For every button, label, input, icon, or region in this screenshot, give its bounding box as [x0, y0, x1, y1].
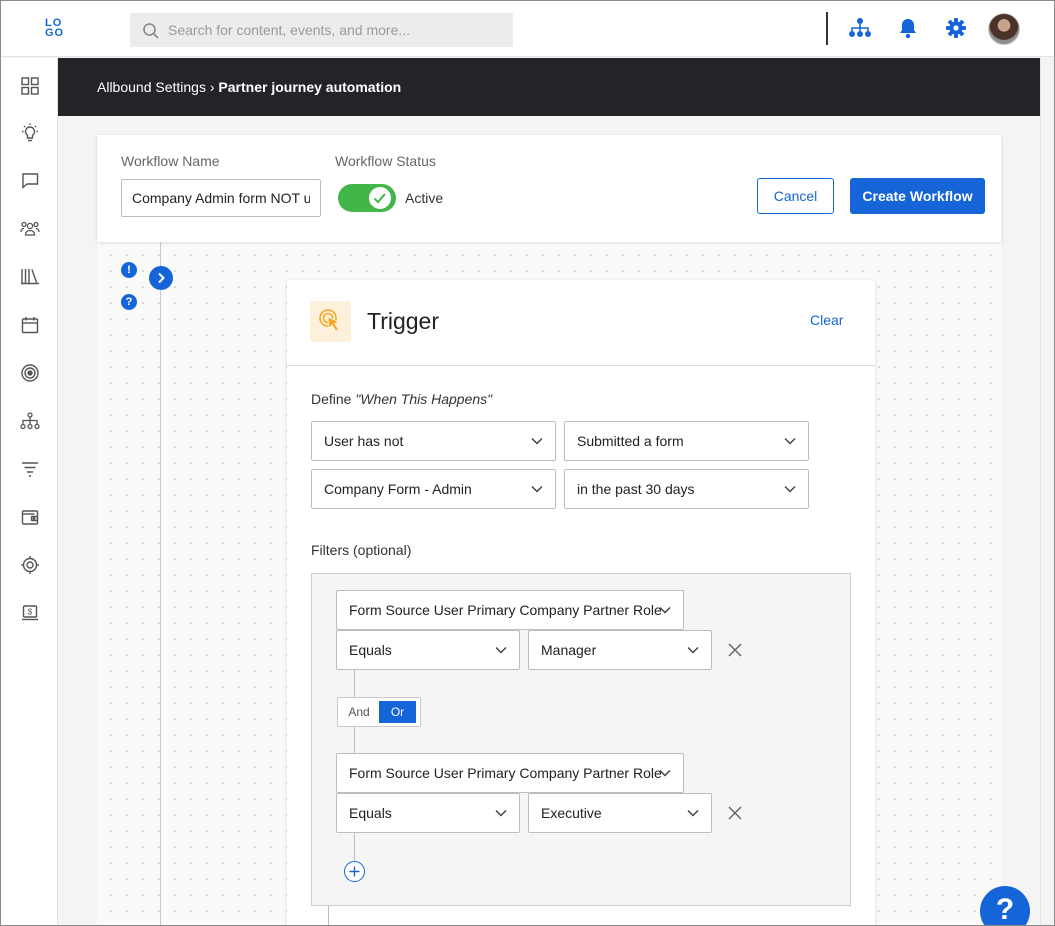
library-icon[interactable] [19, 265, 41, 287]
chat-icon[interactable] [19, 170, 41, 192]
top-bar: LO GO [1, 1, 1054, 57]
integration-icon[interactable] [19, 554, 41, 576]
add-filter-button[interactable] [344, 861, 365, 882]
sidebar: $ [1, 58, 58, 925]
form-dropdown[interactable]: Company Form - Admin [311, 469, 556, 509]
check-icon [373, 193, 386, 204]
pointer-click-icon [310, 301, 351, 342]
trigger-header: Trigger Clear [287, 280, 875, 366]
toggle-knob [369, 187, 391, 209]
timeframe-dropdown[interactable]: in the past 30 days [564, 469, 809, 509]
or-option[interactable]: Or [379, 701, 416, 723]
topbar-divider [826, 12, 828, 45]
help-icon[interactable]: ? [121, 294, 137, 310]
close-icon [728, 643, 742, 657]
chevron-down-icon [531, 485, 543, 493]
workflow-name-label: Workflow Name [121, 153, 220, 169]
define-quote: "When This Happens" [355, 391, 493, 407]
close-icon [728, 806, 742, 820]
dashboard-icon[interactable] [19, 75, 41, 97]
cancel-button[interactable]: Cancel [757, 178, 834, 214]
remove-filter-button[interactable] [725, 640, 745, 660]
dropdown-value: Equals [349, 642, 392, 658]
clear-link[interactable]: Clear [810, 312, 843, 328]
dropdown-value: Submitted a form [577, 433, 684, 449]
workflow-status-label: Workflow Status [335, 153, 436, 169]
bell-icon[interactable] [895, 15, 921, 41]
dropdown-value: User has not [324, 433, 404, 449]
filter-value-dropdown[interactable]: Executive [528, 793, 712, 833]
breadcrumb-parent[interactable]: Allbound Settings [97, 79, 206, 95]
logo[interactable]: LO GO [45, 18, 67, 39]
canvas-rail [160, 241, 161, 925]
trigger-title: Trigger [367, 308, 439, 334]
hierarchy-icon[interactable] [19, 410, 41, 432]
breadcrumb: Allbound Settings › Partner journey auto… [97, 79, 401, 95]
filter-operator-dropdown[interactable]: Equals [336, 793, 520, 833]
workflow-settings-card: Workflow Name Workflow Status Active Can… [97, 135, 1001, 242]
users-icon[interactable] [19, 218, 41, 240]
target-icon[interactable] [19, 362, 41, 384]
chevron-down-icon [531, 437, 543, 445]
and-or-toggle: And Or [337, 697, 421, 727]
dropdown-value: Executive [541, 805, 602, 821]
condition-subject-dropdown[interactable]: User has not [311, 421, 556, 461]
define-label: Define "When This Happens" [311, 391, 492, 407]
search-bar[interactable] [130, 13, 513, 47]
filter-field-dropdown[interactable]: Form Source User Primary Company Partner… [336, 753, 684, 793]
chevron-down-icon [687, 809, 699, 817]
breadcrumb-separator: › [209, 79, 215, 95]
chevron-down-icon [659, 769, 671, 777]
dropdown-value: in the past 30 days [577, 481, 695, 497]
dropdown-value: Form Source User Primary Company Partner… [349, 602, 662, 618]
chevron-down-icon [495, 809, 507, 817]
filter-operator-dropdown[interactable]: Equals [336, 630, 520, 670]
scrollbar[interactable] [1040, 58, 1054, 925]
svg-text:$: $ [28, 608, 33, 617]
org-chart-icon[interactable] [847, 15, 873, 41]
filter-group: Form Source User Primary Company Partner… [311, 573, 851, 906]
status-toggle[interactable] [338, 184, 396, 212]
billing-icon[interactable]: $ [19, 602, 41, 624]
wallet-icon[interactable] [19, 506, 41, 528]
remove-filter-button[interactable] [725, 803, 745, 823]
condition-action-dropdown[interactable]: Submitted a form [564, 421, 809, 461]
and-option[interactable]: And [340, 701, 378, 723]
dropdown-value: Manager [541, 642, 597, 658]
lightbulb-icon[interactable] [19, 122, 41, 144]
page-header: Allbound Settings › Partner journey auto… [58, 58, 1040, 116]
workflow-name-input[interactable] [121, 179, 321, 217]
gear-icon[interactable] [943, 15, 969, 41]
chevron-down-icon [495, 646, 507, 654]
avatar[interactable] [988, 13, 1020, 45]
plus-icon [349, 866, 360, 877]
define-prefix: Define [311, 391, 352, 407]
breadcrumb-current: Partner journey automation [218, 79, 402, 95]
connector-line [328, 906, 329, 925]
chevron-right-icon [158, 272, 165, 284]
search-input[interactable] [168, 13, 508, 47]
trigger-card: Trigger Clear Define "When This Happens"… [287, 280, 875, 925]
filter-icon[interactable] [19, 458, 41, 480]
search-icon [143, 23, 159, 39]
calendar-icon[interactable] [19, 314, 41, 336]
dropdown-value: Form Source User Primary Company Partner… [349, 765, 662, 781]
connector-line [354, 832, 355, 862]
expand-panel-button[interactable] [149, 266, 173, 290]
filters-label: Filters (optional) [311, 542, 412, 558]
filter-field-dropdown[interactable]: Form Source User Primary Company Partner… [336, 590, 684, 630]
dropdown-value: Equals [349, 805, 392, 821]
app-window: LO GO Search for content, events, and mo… [0, 0, 1055, 926]
chevron-down-icon [784, 437, 796, 445]
alert-icon[interactable]: ! [121, 262, 137, 278]
chevron-down-icon [784, 485, 796, 493]
help-fab-button[interactable]: ? [980, 886, 1030, 925]
chevron-down-icon [687, 646, 699, 654]
create-workflow-button[interactable]: Create Workflow [850, 178, 985, 214]
filter-value-dropdown[interactable]: Manager [528, 630, 712, 670]
chevron-down-icon [659, 606, 671, 614]
dropdown-value: Company Form - Admin [324, 481, 472, 497]
status-text: Active [405, 190, 444, 206]
connector-line [354, 727, 355, 753]
